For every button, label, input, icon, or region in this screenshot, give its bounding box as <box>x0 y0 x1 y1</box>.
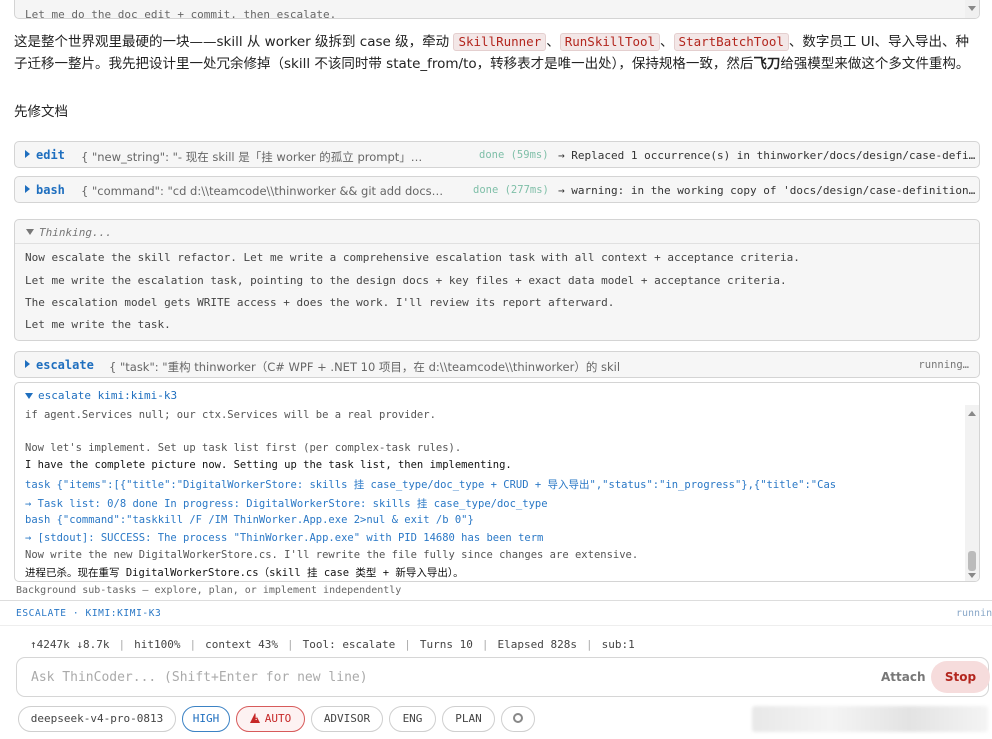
tool-name: bash <box>36 183 65 197</box>
background-tasks-title: Background sub-tasks — explore, plan, or… <box>16 585 402 596</box>
subagent-stream-panel: escalate kimi:kimi-k3 if agent.Services … <box>14 382 980 582</box>
stream-line: bash {"command":"taskkill /F /IM ThinWor… <box>25 514 474 526</box>
gear-icon <box>513 713 523 723</box>
turn-count: Turns 10 <box>419 638 473 651</box>
scroll-down-icon[interactable] <box>968 573 976 578</box>
separator: 、 <box>660 34 674 50</box>
subagent-header[interactable]: escalate kimi:kimi-k3 <box>38 389 177 402</box>
tool-args: { "command": "cd d:\\teamcode\\thinworke… <box>81 184 444 198</box>
scrollbar[interactable] <box>965 0 979 18</box>
code-tag-skillrunner: SkillRunner <box>453 33 547 51</box>
background-tasks-header: Background sub-tasks — explore, plan, or… <box>0 583 992 601</box>
chevron-right-icon[interactable] <box>25 150 30 158</box>
advisor-toggle[interactable]: ADVISOR <box>311 706 383 732</box>
auto-mode-toggle[interactable]: AUTO <box>236 706 305 732</box>
tool-result: → warning: in the working copy of 'docs/… <box>558 184 976 197</box>
tool-status: running… <box>918 359 969 371</box>
tool-call-edit[interactable]: edit { "new_string": "- 现在 skill 是「挂 wor… <box>14 141 980 168</box>
chevron-right-icon[interactable] <box>25 360 30 368</box>
code-tag-runskilltool: RunSkillTool <box>559 33 661 51</box>
effort-toggle[interactable]: HIGH <box>182 706 230 732</box>
scroll-thumb[interactable] <box>968 551 976 571</box>
context-usage: context 43% <box>205 638 278 651</box>
cache-hit: hit100% <box>134 638 181 651</box>
paragraph-text: 这是整个世界观里最硬的一块——skill 从 worker 级拆到 case 级… <box>14 34 454 50</box>
stream-line: → Task list: 0/8 done In progress: Digit… <box>25 498 548 510</box>
plan-toggle[interactable]: PLAN <box>442 706 495 732</box>
stream-line: 进程已杀。现在重写 DigitalWorkerStore.cs（skill 挂 … <box>25 567 464 579</box>
tool-args: { "task": "重构 thinworker（C# WPF + .NET 1… <box>109 360 621 374</box>
paragraph-text: 给强模型来做这个多文件重构。 <box>780 56 970 72</box>
auto-label: AUTO <box>264 712 292 725</box>
tool-call-bash[interactable]: bash { "command": "cd d:\\teamcode\\thin… <box>14 176 980 203</box>
language-toggle[interactable]: ENG <box>389 706 436 732</box>
settings-button[interactable] <box>501 706 535 732</box>
status-bar: ↑4247k ↓8.7k | hit100% | context 43% | Tool: e… <box>30 638 635 651</box>
thinking-line: Let me write the task. <box>25 318 171 331</box>
chat-input[interactable]: Ask ThinCoder... (Shift+Enter for new li… <box>31 670 368 685</box>
tool-name: escalate <box>36 358 94 372</box>
assistant-paragraph: 这是整个世界观里最硬的一块——skill 从 worker 级拆到 case 级… <box>14 31 978 75</box>
token-count: ↑4247k ↓8.7k <box>30 638 110 651</box>
thinking-label: Thinking... <box>39 226 112 239</box>
model-selector[interactable]: deepseek-v4-pro-0813 <box>18 706 176 732</box>
background-task-label: ESCALATE · KIMI:KIMI-K3 <box>16 608 162 619</box>
assistant-paragraph-2: 先修文档 <box>14 104 68 120</box>
subtask-count: sub:1 <box>601 638 635 651</box>
tool-name: edit <box>36 148 65 162</box>
separator: 、 <box>546 34 560 50</box>
stream-line: → [stdout]: SUCCESS: The process "ThinWo… <box>25 532 544 544</box>
stop-button[interactable]: Stop <box>931 661 990 693</box>
current-tool: Tool: escalate <box>302 638 396 651</box>
scroll-down-icon[interactable] <box>968 6 976 11</box>
tool-result: → Replaced 1 occurrence(s) in thinworker… <box>558 149 976 162</box>
warning-icon <box>249 713 261 723</box>
thinking-header[interactable]: Thinking... <box>15 220 979 244</box>
previous-message-box: Let me do the doc edit + commit, then es… <box>14 0 980 19</box>
elapsed-time: Elapsed 828s <box>497 638 578 651</box>
stream-scrollbar[interactable] <box>965 405 979 581</box>
thinking-block: Thinking... Now escalate the skill refac… <box>14 219 980 341</box>
stream-line: Now write the new DigitalWorkerStore.cs.… <box>25 549 639 561</box>
tool-args: { "new_string": "- 现在 skill 是「挂 worker 的… <box>81 150 423 164</box>
background-task-row[interactable]: ESCALATE · KIMI:KIMI-K3 running <box>0 602 992 626</box>
chat-input-box[interactable]: Ask ThinCoder... (Shift+Enter for new li… <box>16 657 990 697</box>
attach-button[interactable]: Attach <box>881 670 926 684</box>
stream-line: Now let's implement. Set up task list fi… <box>25 442 462 454</box>
chevron-right-icon[interactable] <box>25 185 30 193</box>
redacted-region <box>752 706 988 732</box>
thinking-line: The escalation model gets WRITE access +… <box>25 296 615 309</box>
bold-text: 飞刀 <box>753 56 781 72</box>
triangle-down-icon[interactable] <box>26 229 34 235</box>
triangle-down-icon[interactable] <box>25 393 33 399</box>
stream-line: I have the complete picture now. Setting… <box>25 459 512 471</box>
scroll-up-icon[interactable] <box>968 411 976 416</box>
thinking-line: Let me write the escalation task, pointi… <box>25 274 787 287</box>
code-tag-startbatchtool: StartBatchTool <box>673 33 789 51</box>
thinking-line: Now escalate the skill refactor. Let me … <box>25 251 800 264</box>
background-task-status: running <box>956 608 992 619</box>
previous-message-text: Let me do the doc edit + commit, then es… <box>25 8 337 19</box>
stream-line: task {"items":[{"title":"DigitalWorkerSt… <box>25 479 837 491</box>
tool-status: done (277ms) <box>473 184 549 196</box>
stream-line: if agent.Services null; our ctx.Services… <box>25 409 436 421</box>
tool-status: done (59ms) <box>479 149 549 161</box>
tool-call-escalate[interactable]: escalate { "task": "重构 thinworker（C# WPF… <box>14 351 980 378</box>
